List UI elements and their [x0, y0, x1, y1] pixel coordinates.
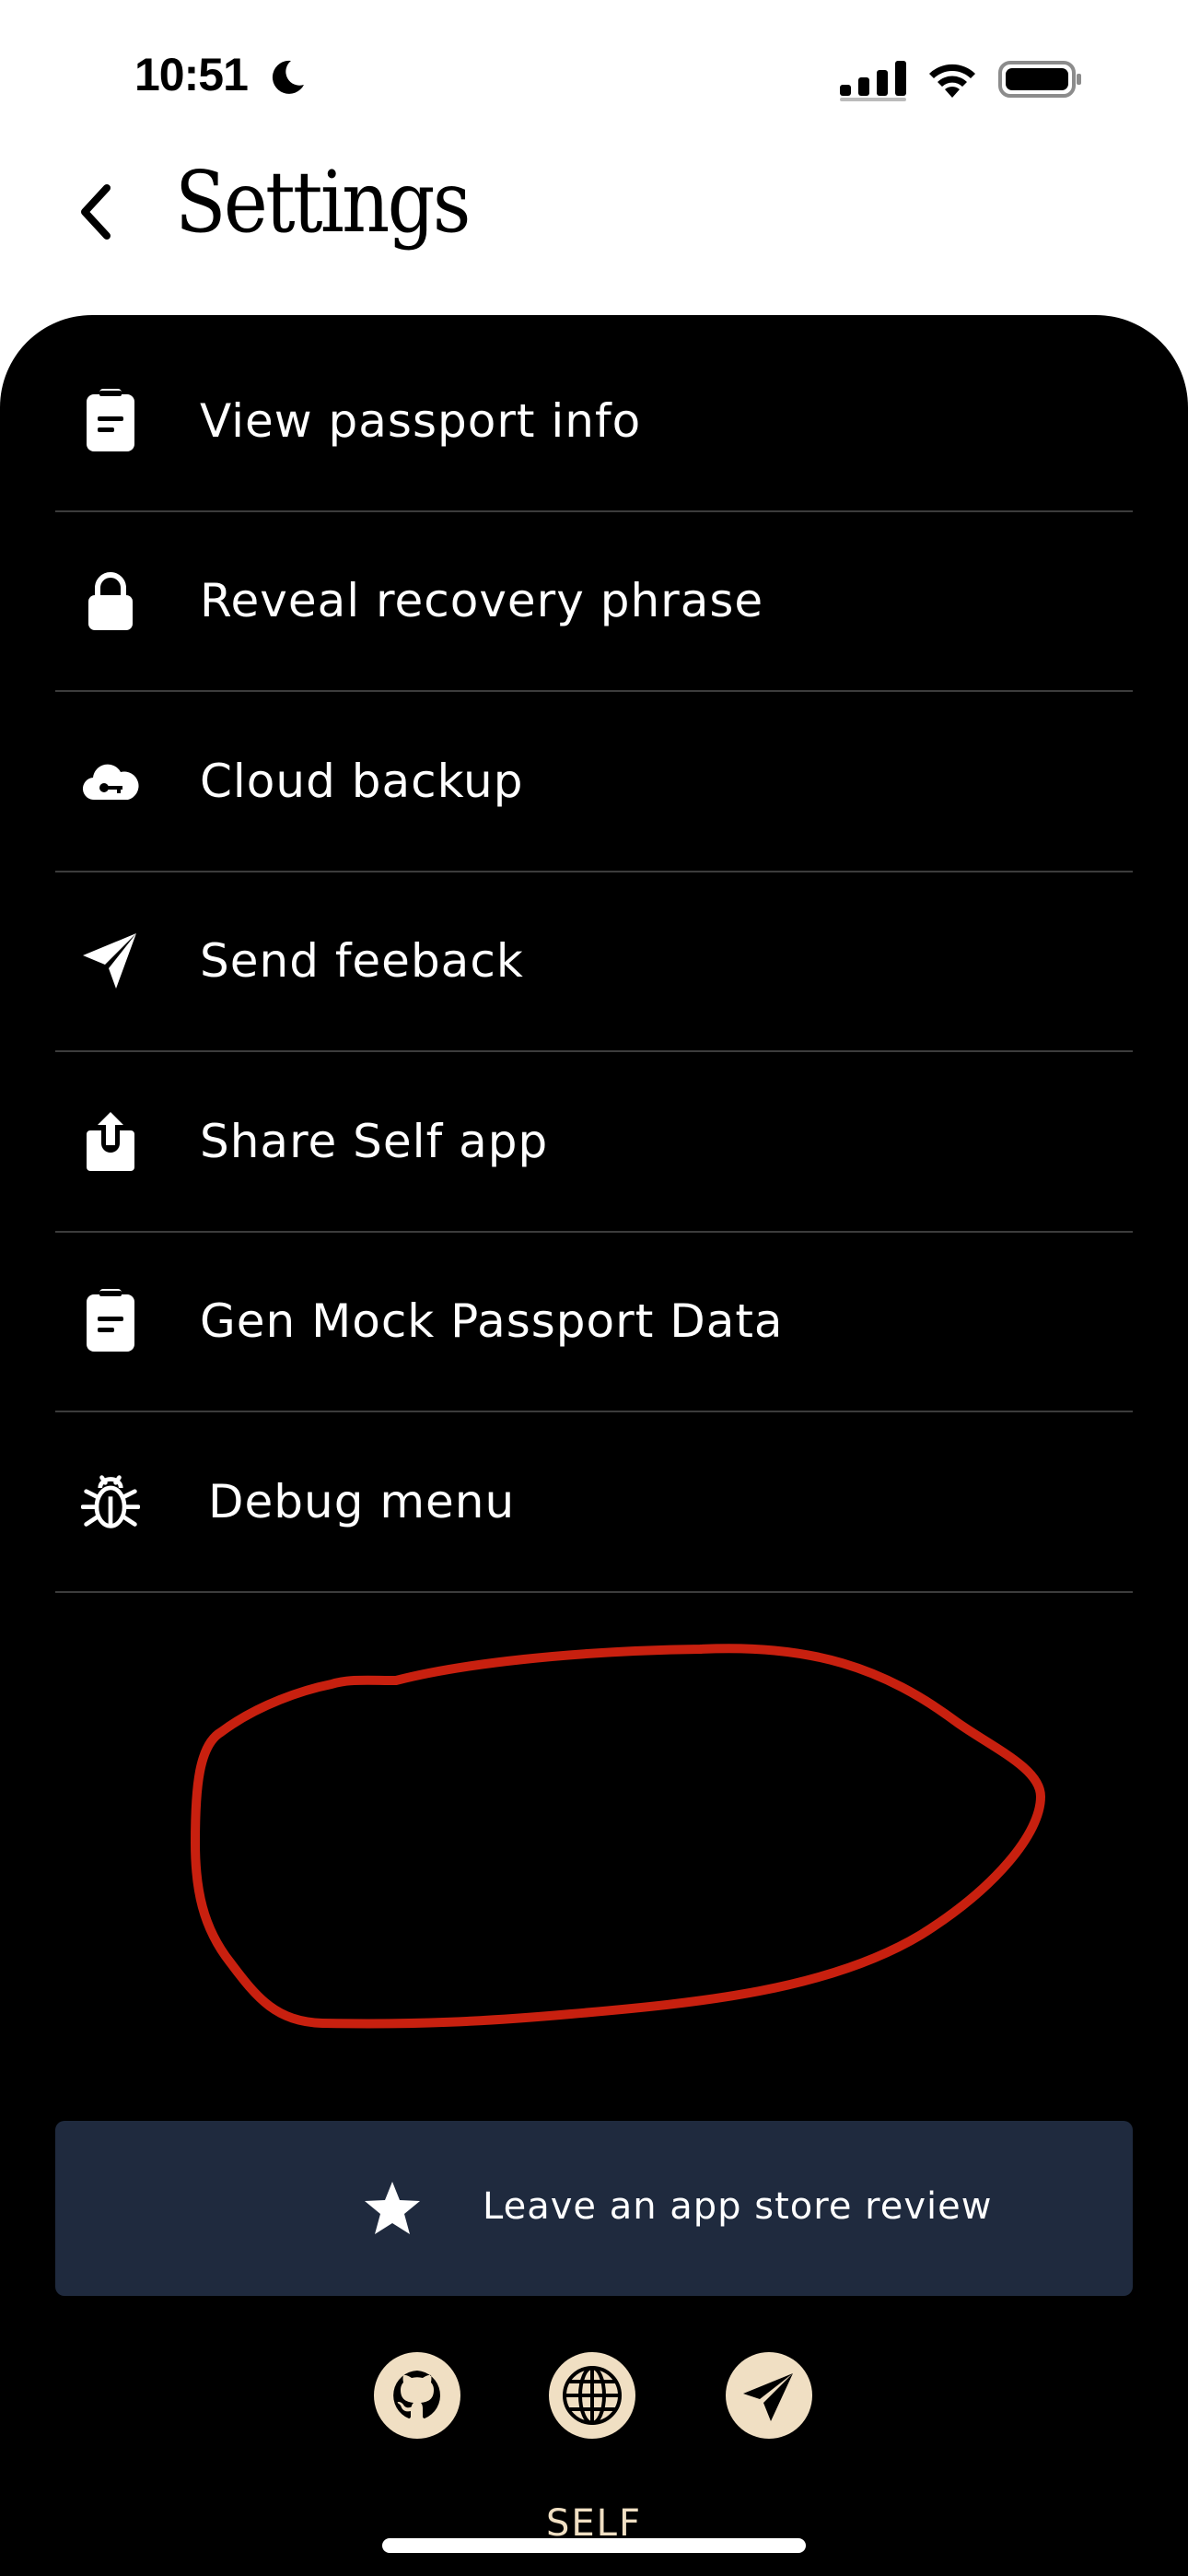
page-title: Settings — [175, 153, 471, 252]
telegram-button[interactable] — [726, 2352, 812, 2439]
menu-item-label: View passport info — [200, 393, 642, 448]
menu-item-debug-menu[interactable]: Debug menu — [55, 1412, 1133, 1593]
review-label: Leave an app store review — [483, 2185, 993, 2228]
menu-item-label: Send feeback — [200, 934, 524, 989]
menu-item-label: Cloud backup — [200, 754, 524, 808]
settings-menu: View passport info Reveal recovery phras… — [55, 332, 1133, 1593]
menu-item-view-passport-info[interactable]: View passport info — [55, 332, 1133, 512]
cloud-key-icon — [81, 749, 140, 814]
app-store-review-button[interactable]: Leave an app store review — [55, 2121, 1133, 2296]
github-icon — [393, 2371, 440, 2418]
home-indicator[interactable] — [382, 2538, 806, 2553]
menu-item-send-feedback[interactable]: Send feeback — [55, 872, 1133, 1052]
menu-item-label: Share Self app — [200, 1114, 549, 1168]
status-bar: 10:51 — [0, 0, 1188, 157]
menu-item-cloud-backup[interactable]: Cloud backup — [55, 692, 1133, 872]
menu-item-gen-mock-passport-data[interactable]: Gen Mock Passport Data — [55, 1233, 1133, 1412]
annotation-circle — [191, 1644, 1045, 2029]
menu-item-label: Debug menu — [208, 1474, 516, 1528]
wifi-icon — [929, 64, 975, 98]
website-button[interactable] — [549, 2352, 635, 2439]
cellular-signal-icon — [840, 61, 906, 101]
menu-item-label: Reveal recovery phrase — [200, 574, 764, 628]
star-icon — [365, 2182, 420, 2234]
menu-item-reveal-recovery-phrase[interactable]: Reveal recovery phrase — [55, 512, 1133, 692]
back-button[interactable] — [70, 175, 125, 249]
paper-plane-icon — [81, 929, 140, 993]
globe-icon — [563, 2366, 622, 2425]
menu-item-label: Gen Mock Passport Data — [200, 1294, 784, 1349]
bug-icon — [81, 1469, 140, 1534]
clipboard-icon — [81, 388, 140, 453]
status-time: 10:51 — [134, 49, 249, 100]
share-icon — [81, 1109, 140, 1174]
moon-icon — [272, 60, 304, 94]
clipboard-icon — [81, 1289, 140, 1353]
battery-icon — [998, 61, 1081, 98]
github-button[interactable] — [374, 2352, 460, 2439]
lock-icon — [81, 568, 140, 633]
telegram-icon — [743, 2373, 793, 2421]
menu-item-share-self-app[interactable]: Share Self app — [55, 1052, 1133, 1233]
